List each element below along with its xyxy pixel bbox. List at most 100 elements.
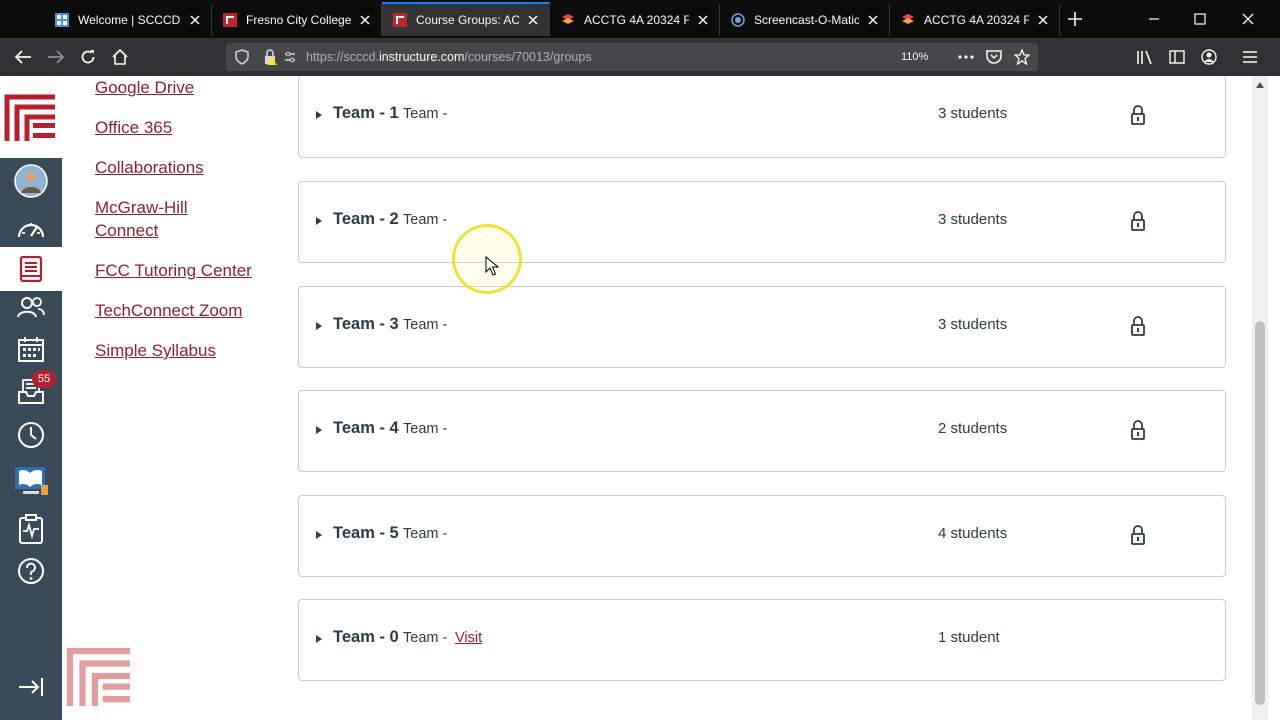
group-row-team-1[interactable]: Team - 1 Team - 3 students — [298, 76, 1226, 158]
group-category: Team - — [403, 630, 448, 646]
course-nav-collaborations[interactable]: Collaborations — [95, 156, 204, 179]
lock-icon — [1131, 211, 1145, 231]
group-name: Team - 1 — [333, 104, 399, 122]
group-name: Team - 3 — [333, 315, 399, 333]
lock-icon — [1131, 420, 1145, 440]
nav-health[interactable] — [0, 508, 62, 550]
fcc-logo[interactable] — [0, 76, 62, 158]
tab-acctg-4a-1[interactable]: ACCTG 4A 20324 Fin — [550, 4, 720, 36]
fcc-icon — [392, 12, 408, 28]
zoom-logo-icon — [900, 12, 916, 28]
close-tab-icon[interactable] — [525, 12, 541, 28]
permissions-icon[interactable] — [282, 49, 298, 65]
group-category: Team - — [403, 421, 448, 437]
group-category: Team - — [403, 317, 448, 333]
group-member-count: 3 students — [938, 316, 1008, 333]
tab-screencast-o-matic[interactable]: Screencast-O-Matic — [720, 4, 890, 36]
expand-caret-icon[interactable] — [314, 425, 324, 435]
global-navigation: 55 — [0, 76, 62, 720]
group-row-team-5[interactable]: Team - 5 Team - 4 students — [298, 495, 1226, 577]
group-category: Team - — [403, 212, 448, 228]
hamburger-menu-icon[interactable] — [1237, 44, 1263, 70]
group-member-count: 2 students — [938, 420, 1008, 437]
help-icon — [18, 558, 44, 584]
shield-icon[interactable] — [234, 49, 250, 65]
course-nav-simple-syllabus[interactable]: Simple Syllabus — [95, 339, 216, 362]
expand-caret-icon[interactable] — [314, 321, 324, 331]
pocket-icon[interactable] — [986, 49, 1002, 65]
tab-fresno-city-college[interactable]: Fresno City College — [212, 4, 382, 36]
close-tab-icon[interactable] — [357, 12, 373, 28]
tab-acctg-4a-2[interactable]: ACCTG 4A 20324 Fin — [890, 4, 1060, 36]
group-row-team-4[interactable]: Team - 4 Team - 2 students — [298, 390, 1226, 472]
new-tab-button[interactable] — [1064, 8, 1086, 30]
tab-welcome[interactable]: Welcome | SCCCD P — [44, 4, 212, 36]
expand-caret-icon[interactable] — [314, 110, 324, 120]
course-nav-mcgraw-hill-connect[interactable]: McGraw-Hill Connect — [95, 196, 215, 242]
home-icon[interactable] — [107, 44, 133, 70]
fcc-watermark-logo — [64, 641, 136, 711]
navigation-toolbar: https://scccd.instructure.com/courses/70… — [0, 38, 1280, 76]
course-nav-fcc-tutoring-center[interactable]: FCC Tutoring Center — [95, 259, 252, 282]
group-member-count: 3 students — [938, 105, 1008, 122]
reload-icon[interactable] — [75, 44, 101, 70]
group-category: Team - — [403, 526, 448, 542]
nav-account[interactable] — [0, 160, 62, 202]
close-tab-icon[interactable] — [865, 12, 881, 28]
expand-caret-icon[interactable] — [314, 634, 324, 644]
expand-caret-icon[interactable] — [314, 216, 324, 226]
course-nav-techconnect-zoom[interactable]: TechConnect Zoom — [95, 299, 242, 322]
collapse-arrow-icon — [19, 678, 43, 696]
page-scrollbar[interactable] — [1252, 76, 1268, 720]
close-tab-icon[interactable] — [187, 12, 203, 28]
nav-inbox[interactable]: 55 — [0, 370, 62, 412]
dashboard-gauge-icon — [17, 223, 45, 238]
visit-group-link[interactable]: Visit — [455, 630, 482, 646]
course-nav-office-365[interactable]: Office 365 — [95, 116, 172, 139]
close-tab-icon[interactable] — [695, 12, 711, 28]
account-icon[interactable] — [1196, 44, 1222, 70]
forward-arrow-icon[interactable] — [43, 44, 69, 70]
zoom-level[interactable]: 110% — [894, 49, 935, 65]
nav-courses[interactable] — [0, 247, 62, 291]
groups-icon — [17, 297, 45, 318]
group-name: Team - 0 — [333, 628, 399, 646]
nav-groups[interactable] — [0, 286, 62, 328]
insecure-lock-icon[interactable] — [262, 49, 278, 65]
group-row-team-2[interactable]: Team - 2 Team - 3 students — [298, 181, 1226, 263]
close-tab-icon[interactable] — [1035, 12, 1051, 28]
group-row-team-3[interactable]: Team - 3 Team - 3 students — [298, 286, 1226, 368]
url-text: https://scccd.instructure.com/courses/70… — [306, 50, 592, 64]
group-row-team-0[interactable]: Team - 0 Team - Visit 1 student — [298, 599, 1226, 681]
minimize-icon[interactable] — [1142, 8, 1166, 30]
window-close-icon[interactable] — [1236, 8, 1260, 30]
course-nav-google-drive[interactable]: Google Drive — [95, 76, 194, 99]
url-bar[interactable]: https://scccd.instructure.com/courses/70… — [226, 43, 1038, 71]
group-member-count: 1 student — [938, 629, 1000, 646]
grid-icon — [54, 12, 70, 28]
scroll-up-arrow-icon[interactable] — [1256, 82, 1264, 88]
library-book-icon — [15, 467, 48, 495]
group-name: Team - 2 — [333, 210, 399, 228]
nav-help[interactable] — [0, 550, 62, 592]
record-icon — [730, 12, 746, 28]
maximize-icon[interactable] — [1188, 8, 1212, 30]
nav-dashboard[interactable] — [0, 207, 62, 249]
expand-caret-icon[interactable] — [314, 530, 324, 540]
adjacent-window-edge — [1268, 76, 1280, 720]
bookmark-star-icon[interactable] — [1014, 49, 1030, 65]
nav-calendar[interactable] — [0, 328, 62, 370]
library-icon[interactable] — [1132, 44, 1158, 70]
calendar-icon — [18, 337, 44, 362]
group-name: Team - 5 — [333, 524, 399, 542]
group-name: Team - 4 — [333, 419, 399, 437]
page-actions-icon[interactable] — [958, 49, 974, 65]
collapse-nav-button[interactable] — [0, 666, 62, 708]
back-arrow-icon[interactable] — [10, 44, 36, 70]
sidebar-icon[interactable] — [1164, 44, 1190, 70]
nav-history[interactable] — [0, 414, 62, 456]
fcc-icon — [222, 12, 238, 28]
scrollbar-thumb[interactable] — [1255, 321, 1265, 705]
nav-library[interactable] — [0, 460, 62, 502]
tab-course-groups[interactable]: Course Groups: ACC — [382, 2, 550, 36]
